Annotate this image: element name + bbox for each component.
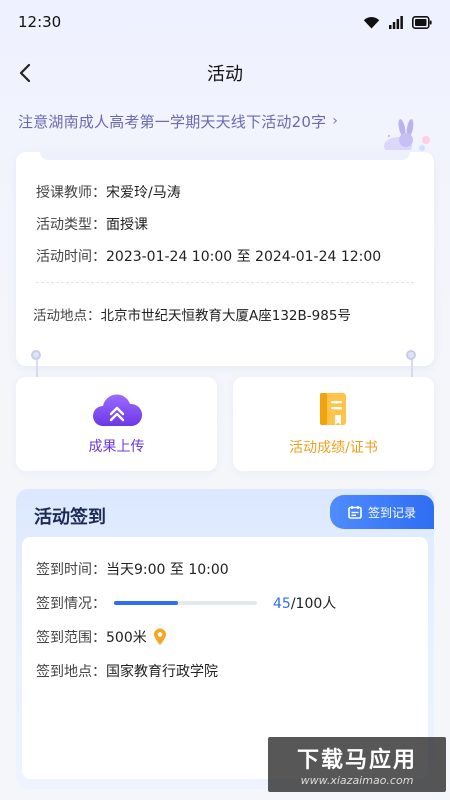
signin-range-value: 500米 — [106, 630, 147, 646]
type-label: 活动类型： — [36, 217, 106, 233]
nav-bar: 活动 — [0, 52, 450, 94]
watermark-url: www.xiazaimao.com — [300, 774, 414, 787]
dashed-divider — [36, 282, 414, 283]
status-icons — [363, 15, 432, 29]
signin-record-button[interactable]: 签到记录 — [330, 495, 434, 529]
teacher-row: 授课教师： 宋爱玲/马涛 — [36, 182, 181, 202]
type-value: 面授课 — [106, 217, 148, 233]
signin-place-label: 签到地点： — [36, 664, 106, 680]
signin-range-label: 签到范围： — [36, 630, 106, 646]
signin-time-label: 签到时间： — [36, 562, 106, 578]
time-value: 2023-01-24 10:00 至 2024-01-24 12:00 — [106, 249, 382, 265]
location-pin-icon — [153, 628, 166, 645]
signal-icon — [389, 15, 403, 29]
certificate-book-icon — [319, 393, 346, 425]
signin-range-row: 签到范围： 500米 — [36, 627, 167, 647]
signin-status-row: 签到情况： 45/100人 — [36, 593, 336, 613]
activity-title: 注意湖南成人高考第一学期天天线下活动20字 — [18, 112, 327, 131]
calendar-icon — [348, 506, 362, 519]
location-label: 活动地点： — [33, 308, 101, 324]
status-time: 12:30 — [18, 13, 62, 31]
chevron-left-icon — [19, 63, 31, 83]
signin-place-value: 国家教育行政学院 — [106, 664, 218, 680]
pin-left-top — [31, 350, 41, 360]
signin-status-label: 签到情况： — [36, 596, 106, 612]
cloud-upload-icon — [92, 394, 142, 426]
signin-place-row: 签到地点： 国家教育行政学院 — [36, 661, 218, 681]
back-button[interactable] — [12, 60, 38, 86]
chevron-right-icon: › — [332, 113, 338, 129]
time-label: 活动时间： — [36, 249, 106, 265]
signin-time-row: 签到时间： 当天9:00 至 10:00 — [36, 559, 229, 579]
signin-record-label: 签到记录 — [367, 505, 416, 520]
upload-results-label: 成果上传 — [88, 439, 145, 455]
wifi-icon — [363, 16, 380, 28]
teacher-value: 宋爱玲/马涛 — [106, 185, 181, 201]
card-notch — [40, 150, 410, 160]
location-row: 活动地点： 北京市世纪天恒教育大厦A座132B-985号 — [33, 304, 351, 324]
watermark: 下载马应用 www.xiazaimao.com — [268, 737, 446, 792]
signin-progress-bar — [114, 601, 257, 605]
pin-right-top — [406, 350, 416, 360]
signin-time-value: 当天9:00 至 10:00 — [106, 562, 229, 578]
teacher-label: 授课教师： — [36, 185, 106, 201]
scores-certificate-label: 活动成绩/证书 — [289, 440, 378, 456]
time-row: 活动时间： 2023-01-24 10:00 至 2024-01-24 12:0… — [36, 246, 381, 266]
signin-progress-fill — [114, 601, 179, 605]
page-title: 活动 — [207, 64, 243, 85]
signin-title: 活动签到 — [34, 507, 106, 528]
watermark-title: 下载马应用 — [296, 748, 417, 773]
battery-icon — [412, 15, 432, 29]
upload-results-button[interactable]: 成果上传 — [16, 377, 217, 471]
location-value: 北京市世纪天恒教育大厦A座132B-985号 — [100, 308, 351, 324]
type-row: 活动类型： 面授课 — [36, 214, 148, 234]
scores-certificate-button[interactable]: 活动成绩/证书 — [233, 377, 434, 471]
signin-current-count: 45 — [273, 596, 291, 612]
signin-progress-text: 45/100人 — [273, 593, 336, 613]
status-bar: 12:30 — [0, 0, 450, 44]
activity-title-link[interactable]: 注意湖南成人高考第一学期天天线下活动20字 › — [18, 110, 433, 132]
activity-info-card: 授课教师： 宋爱玲/马涛 活动类型： 面授课 活动时间： 2023-01-24 … — [16, 150, 434, 366]
signin-total: /100人 — [290, 596, 337, 612]
